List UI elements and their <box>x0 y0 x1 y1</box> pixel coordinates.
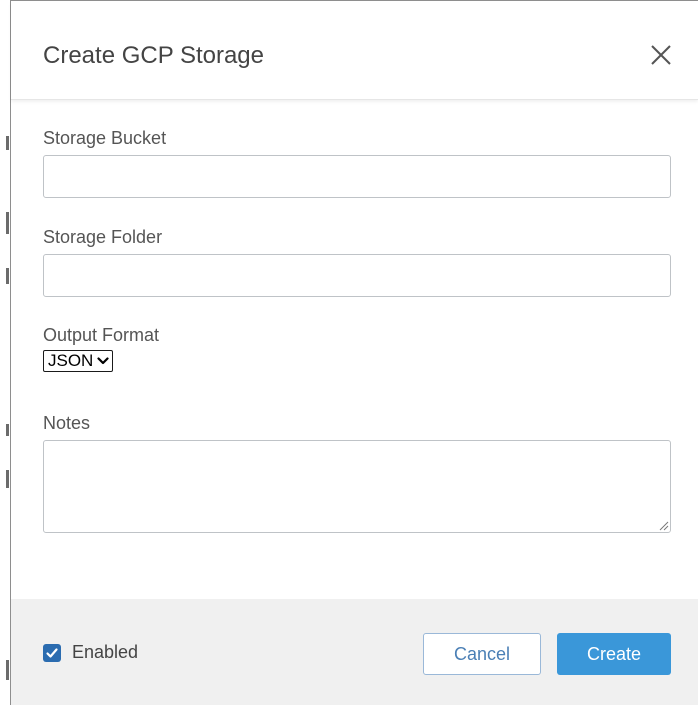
resize-grip-icon[interactable] <box>657 519 669 531</box>
enabled-label[interactable]: Enabled <box>72 641 138 663</box>
output-format-select[interactable]: JSON <box>43 350 114 372</box>
checkmark-icon <box>46 648 58 658</box>
create-button[interactable]: Create <box>557 633 671 675</box>
chevron-down-icon <box>97 356 109 366</box>
dialog-title: Create GCP Storage <box>43 42 265 69</box>
backdrop-mark <box>6 660 9 680</box>
dialog-footer: Enabled Cancel Create <box>11 599 698 705</box>
output-format-label: Output Format <box>43 325 160 345</box>
backdrop <box>0 0 10 705</box>
cancel-button[interactable]: Cancel <box>423 633 541 675</box>
close-icon <box>651 45 671 65</box>
dialog-header: Create GCP Storage <box>11 1 698 100</box>
output-format-selected-value: JSON <box>48 351 94 370</box>
backdrop-mark <box>6 268 9 284</box>
enabled-checkbox[interactable] <box>43 644 61 662</box>
create-gcp-storage-dialog: Create GCP Storage Storage Bucket Storag… <box>10 0 698 705</box>
notes-label: Notes <box>43 413 91 433</box>
notes-textarea[interactable] <box>43 440 671 533</box>
storage-bucket-label: Storage Bucket <box>43 128 167 148</box>
storage-bucket-input[interactable] <box>43 155 671 198</box>
backdrop-mark <box>6 470 9 488</box>
backdrop-mark <box>6 424 9 436</box>
close-button[interactable] <box>647 41 675 69</box>
storage-folder-label: Storage Folder <box>43 227 163 247</box>
backdrop-mark <box>6 136 9 150</box>
backdrop-mark <box>6 212 9 234</box>
storage-folder-input[interactable] <box>43 254 671 297</box>
page: Create GCP Storage Storage Bucket Storag… <box>0 0 698 705</box>
